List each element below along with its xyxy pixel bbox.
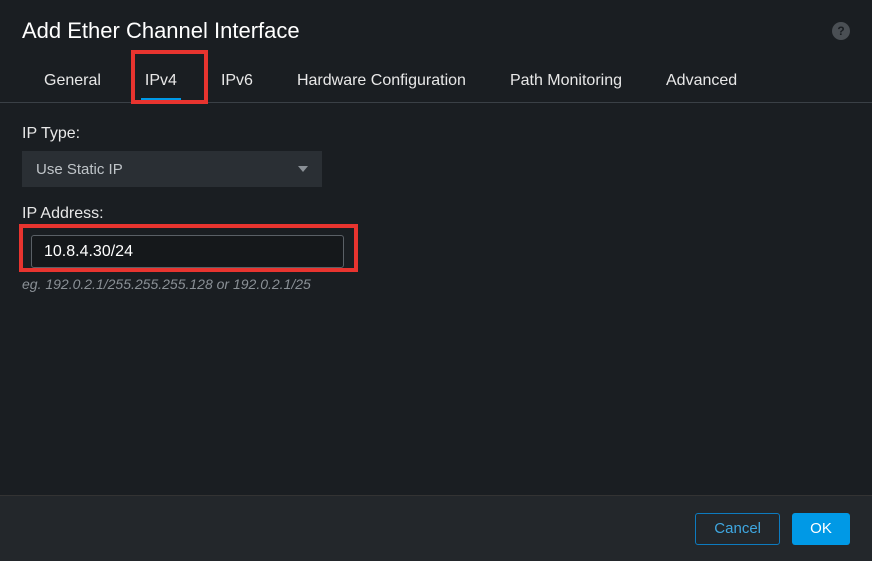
tab-active-indicator — [141, 98, 181, 102]
tab-advanced[interactable]: Advanced — [644, 58, 759, 102]
tab-label: IPv4 — [145, 72, 177, 89]
ip-type-label: IP Type: — [22, 125, 850, 143]
tab-ipv4[interactable]: IPv4 — [123, 58, 199, 102]
ok-label: OK — [810, 520, 832, 537]
ip-address-input[interactable] — [31, 235, 344, 268]
dialog-header: Add Ether Channel Interface ? — [0, 0, 872, 58]
cancel-label: Cancel — [714, 520, 761, 537]
ip-address-helper: eg. 192.0.2.1/255.255.255.128 or 192.0.2… — [22, 276, 850, 292]
tab-label: General — [44, 72, 101, 89]
tab-label: Advanced — [666, 72, 737, 89]
tab-hardware-configuration[interactable]: Hardware Configuration — [275, 58, 488, 102]
form-content: IP Type: Use Static IP IP Address: eg. 1… — [0, 103, 872, 314]
tab-general[interactable]: General — [22, 58, 123, 102]
ip-type-select-wrap: Use Static IP — [22, 151, 322, 187]
dialog-footer: Cancel OK — [0, 495, 872, 561]
ip-address-label: IP Address: — [22, 205, 850, 223]
dialog-title: Add Ether Channel Interface — [22, 18, 300, 44]
ok-button[interactable]: OK — [792, 513, 850, 545]
tab-label: Hardware Configuration — [297, 72, 466, 89]
tab-label: Path Monitoring — [510, 72, 622, 89]
ip-type-select[interactable]: Use Static IP — [22, 151, 322, 187]
ip-address-input-wrap — [22, 231, 354, 268]
ip-type-value: Use Static IP — [36, 161, 123, 178]
help-icon[interactable]: ? — [832, 22, 850, 40]
tab-label: IPv6 — [221, 72, 253, 89]
cancel-button[interactable]: Cancel — [695, 513, 780, 545]
tab-bar: General IPv4 IPv6 Hardware Configuration… — [0, 58, 872, 103]
tab-ipv6[interactable]: IPv6 — [199, 58, 275, 102]
tab-path-monitoring[interactable]: Path Monitoring — [488, 58, 644, 102]
